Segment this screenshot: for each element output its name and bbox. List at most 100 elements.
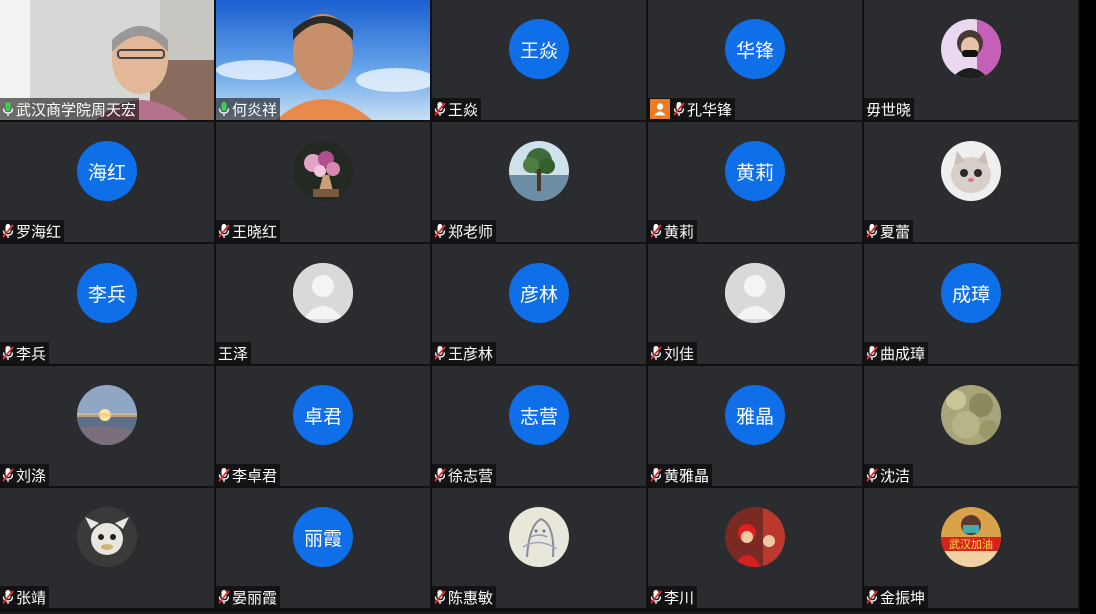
participant-name: 夏蕾 xyxy=(880,222,911,241)
participant-avatar: 王焱 xyxy=(509,19,569,79)
participant-avatar xyxy=(77,507,137,567)
participant-tile[interactable]: 毋世晓 xyxy=(864,0,1078,120)
participant-name-bar: 何炎祥 xyxy=(216,98,281,120)
microphone-muted-icon xyxy=(866,590,878,604)
participant-name-bar: 黄雅晶 xyxy=(648,464,713,486)
participant-name-bar: 李川 xyxy=(648,586,698,608)
participant-tile[interactable]: 何炎祥 xyxy=(216,0,430,120)
participant-tile[interactable]: 卓君李卓君 xyxy=(216,366,430,486)
participant-avatar xyxy=(293,263,353,323)
participant-avatar xyxy=(941,385,1001,445)
microphone-muted-icon xyxy=(218,590,230,604)
participant-name-bar: 夏蕾 xyxy=(864,220,914,242)
participant-tile[interactable]: 成璋 曲成璋 xyxy=(864,244,1078,364)
microphone-muted-icon xyxy=(650,346,662,360)
participant-name-bar: 黄莉 xyxy=(648,220,698,242)
participant-avatar: 卓君 xyxy=(293,385,353,445)
participant-avatar: 黄莉 xyxy=(725,141,785,201)
participant-name-bar: 王晓红 xyxy=(216,220,281,242)
participant-name-bar: 王泽 xyxy=(216,342,252,364)
participant-name-bar: 刘涤 xyxy=(0,464,50,486)
default-user-icon xyxy=(293,263,353,323)
participant-name-bar: 沈洁 xyxy=(864,464,914,486)
microphone-muted-icon xyxy=(866,224,878,238)
microphone-muted-icon xyxy=(2,346,14,360)
participant-name-bar: 王焱 xyxy=(432,98,482,120)
participant-name: 晏丽霞 xyxy=(232,588,278,607)
participant-name: 王泽 xyxy=(218,344,249,363)
participant-name: 黄莉 xyxy=(664,222,695,241)
participant-tile[interactable]: 李川 xyxy=(648,488,862,608)
participant-name: 徐志营 xyxy=(448,466,494,485)
microphone-muted-icon xyxy=(434,346,446,360)
microphone-muted-icon xyxy=(434,224,446,238)
participant-tile[interactable]: 丽霞晏丽霞 xyxy=(216,488,430,608)
participant-name: 罗海红 xyxy=(16,222,62,241)
participant-name-bar: 陈惠敏 xyxy=(432,586,497,608)
participant-tile[interactable]: 刘涤 xyxy=(0,366,214,486)
microphone-muted-icon xyxy=(2,590,14,604)
participant-name: 武汉商学院周天宏 xyxy=(16,100,137,119)
participant-tile[interactable]: 彦林王彦林 xyxy=(432,244,646,364)
participant-name-bar: 罗海红 xyxy=(0,220,65,242)
participant-name-bar: 王彦林 xyxy=(432,342,497,364)
participant-tile[interactable]: 陈惠敏 xyxy=(432,488,646,608)
default-user-icon xyxy=(725,263,785,323)
participant-tile[interactable]: 王晓红 xyxy=(216,122,430,242)
microphone-muted-icon xyxy=(434,102,446,116)
participant-name: 张靖 xyxy=(16,588,47,607)
participant-avatar xyxy=(77,385,137,445)
participant-name: 王焱 xyxy=(448,100,479,119)
microphone-icon xyxy=(2,102,14,116)
participant-avatar: 华锋 xyxy=(725,19,785,79)
participant-tile[interactable]: 刘佳 xyxy=(648,244,862,364)
participant-name: 何炎祥 xyxy=(232,100,278,119)
participant-avatar xyxy=(941,141,1001,201)
participant-avatar: 武汉加油 xyxy=(941,507,1001,567)
host-user-icon xyxy=(650,99,670,119)
participant-tile[interactable]: 李兵 李兵 xyxy=(0,244,214,364)
participant-tile[interactable]: 黄莉 黄莉 xyxy=(648,122,862,242)
participant-tile[interactable]: 武汉商学院周天宏 xyxy=(0,0,214,120)
participant-name-bar: 金振坤 xyxy=(864,586,929,608)
microphone-muted-icon xyxy=(2,468,14,482)
participant-avatar xyxy=(293,141,353,201)
participant-name-bar: 李卓君 xyxy=(216,464,281,486)
participant-avatar: 彦林 xyxy=(509,263,569,323)
microphone-muted-icon xyxy=(866,468,878,482)
microphone-muted-icon xyxy=(218,224,230,238)
microphone-icon xyxy=(218,102,230,116)
participant-tile[interactable]: 王泽 xyxy=(216,244,430,364)
participant-tile[interactable]: 雅晶 黄雅晶 xyxy=(648,366,862,486)
scrollbar[interactable] xyxy=(1080,0,1096,614)
participant-name-bar: 毋世晓 xyxy=(864,98,915,120)
microphone-muted-icon xyxy=(434,468,446,482)
microphone-muted-icon xyxy=(650,224,662,238)
participant-name: 李川 xyxy=(664,588,695,607)
participant-name: 孔华锋 xyxy=(687,100,733,119)
microphone-muted-icon xyxy=(866,346,878,360)
participant-tile[interactable]: 武汉加油 金振坤 xyxy=(864,488,1078,608)
participant-avatar: 丽霞 xyxy=(293,507,353,567)
participant-tile[interactable]: 沈洁 xyxy=(864,366,1078,486)
participant-avatar xyxy=(509,507,569,567)
participant-name-bar: 郑老师 xyxy=(432,220,497,242)
video-grid: 武汉商学院周天宏 何炎祥 王焱 王焱 华锋 孔华锋 毋世晓 海红 罗海红 王晓红 郑老师 黄莉 黄莉 夏蕾… xyxy=(0,0,1080,612)
participant-name-bar: 孔华锋 xyxy=(648,98,736,120)
participant-name: 陈惠敏 xyxy=(448,588,494,607)
participant-avatar: 志营 xyxy=(509,385,569,445)
participant-tile[interactable]: 华锋孔华锋 xyxy=(648,0,862,120)
participant-tile[interactable]: 志营徐志营 xyxy=(432,366,646,486)
participant-name: 郑老师 xyxy=(448,222,494,241)
participant-avatar: 李兵 xyxy=(77,263,137,323)
participant-name: 曲成璋 xyxy=(880,344,926,363)
microphone-muted-icon xyxy=(673,102,685,116)
participant-tile[interactable]: 海红 罗海红 xyxy=(0,122,214,242)
participant-tile[interactable]: 王焱 王焱 xyxy=(432,0,646,120)
participant-tile[interactable]: 张靖 xyxy=(0,488,214,608)
participant-tile[interactable]: 郑老师 xyxy=(432,122,646,242)
participant-name: 王彦林 xyxy=(448,344,494,363)
participant-name: 李卓君 xyxy=(232,466,278,485)
participant-tile[interactable]: 夏蕾 xyxy=(864,122,1078,242)
participant-name-bar: 刘佳 xyxy=(648,342,698,364)
